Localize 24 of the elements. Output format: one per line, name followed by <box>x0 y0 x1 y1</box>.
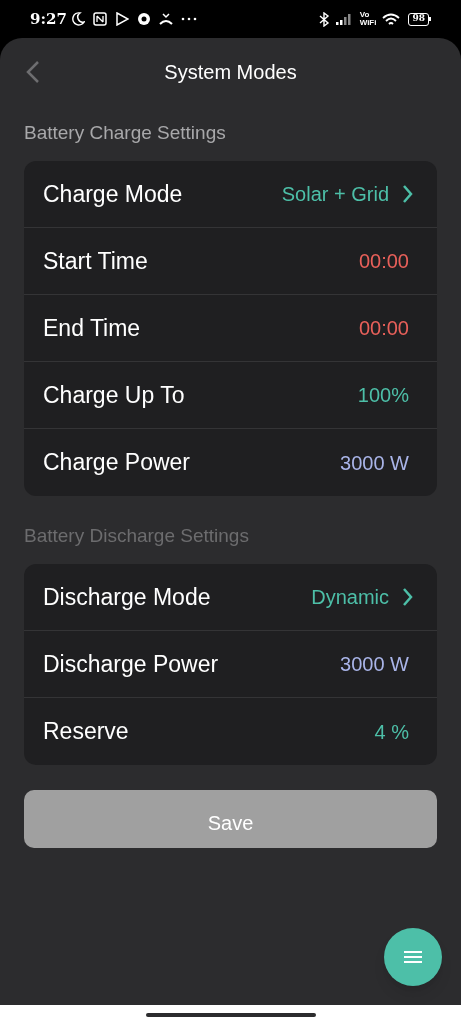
row-value: 100% <box>357 383 409 408</box>
section-title: Battery Discharge Settings <box>24 523 249 548</box>
row-label: Reserve <box>43 717 129 747</box>
battery-indicator: 98 <box>408 12 431 26</box>
row-label: Charge Up To <box>43 380 185 410</box>
row-value: 3000 W <box>340 652 409 677</box>
row-value: 3000 W <box>340 450 409 476</box>
row-label: Start Time <box>43 246 148 276</box>
save-button[interactable]: Save <box>24 790 437 848</box>
row-value: Solar + Grid <box>281 182 389 207</box>
volte-label: Vo <box>359 11 371 19</box>
row-label: End Time <box>43 313 141 343</box>
row-value: 00:00 <box>358 316 409 341</box>
screen-title: System Modes <box>164 59 297 85</box>
row-label: Discharge Power <box>43 649 219 679</box>
section-title: Battery Charge Settings <box>24 120 226 145</box>
row-label: Charge Mode <box>43 179 183 209</box>
status-time: 9:27 <box>30 8 67 30</box>
row-label: Charge Power <box>43 448 191 478</box>
row-value: 4 % <box>374 719 409 745</box>
row-value: 00:00 <box>358 249 409 274</box>
wifi-label: WiFi <box>359 19 377 27</box>
row-label: Discharge Mode <box>43 582 211 612</box>
row-value: Dynamic <box>311 585 389 610</box>
